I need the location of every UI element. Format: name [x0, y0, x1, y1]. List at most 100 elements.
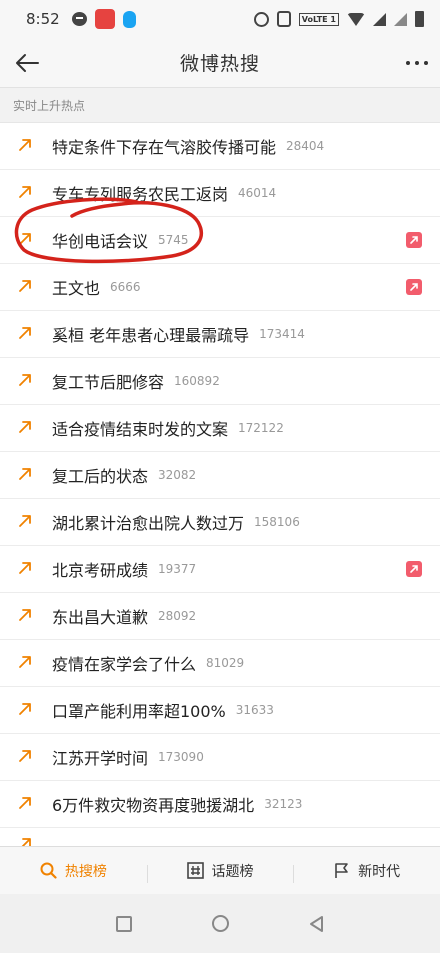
item-count: 158106 [254, 515, 300, 529]
bottom-tab-bar: 热搜榜 话题榜 新时代 [0, 846, 440, 894]
home-button[interactable] [210, 914, 230, 934]
trend-arrow-icon [18, 420, 34, 436]
trend-arrow-icon [18, 185, 34, 201]
weibo-app-icon [94, 9, 115, 29]
list-item[interactable]: 适合疫情结束时发的文案 172122 [0, 405, 440, 452]
section-label: 实时上升热点 [0, 88, 440, 123]
item-count: 32123 [264, 797, 303, 811]
trend-arrow-icon [18, 702, 34, 718]
item-title: 奚桓 老年患者心理最需疏导 [52, 326, 250, 345]
item-title: 6万件救灾物资再度驰援湖北 [52, 796, 255, 815]
list-item[interactable]: 疫情在家学会了什么 81029 [0, 640, 440, 687]
tab-label: 新时代 [358, 863, 401, 880]
item-title: 口罩产能利用率超100% [52, 702, 226, 721]
trend-arrow-icon [18, 608, 34, 624]
item-count: 31633 [235, 703, 274, 717]
item-count: 28092 [158, 609, 197, 623]
item-count: 6666 [110, 280, 141, 294]
list-item[interactable]: 6万件救灾物资再度驰援湖北 32123 [0, 781, 440, 828]
item-count: 172122 [238, 421, 284, 435]
item-count: 28404 [286, 139, 325, 153]
tab-label: 话题榜 [211, 863, 254, 880]
triangle-back-icon [310, 915, 323, 932]
system-back-button[interactable] [306, 914, 326, 934]
trend-arrow-icon [18, 326, 34, 342]
item-title: 江苏开学时间 [52, 749, 149, 768]
screen: 8:52 VoLTE 1 微博热搜 实时上升热点 特定条件下存在气溶胶传播可能 … [0, 0, 440, 953]
item-title: 华创电话会议 [52, 232, 149, 251]
item-count: 5745 [158, 233, 189, 247]
item-title: 疫情在家学会了什么 [52, 655, 197, 674]
status-time: 8:52 [26, 10, 60, 28]
more-dot-icon [423, 60, 428, 65]
trend-arrow-icon [18, 655, 34, 671]
trend-arrow-icon [18, 232, 34, 248]
item-title: 北京考研成绩 [52, 561, 149, 580]
status-left: 8:52 [26, 9, 136, 29]
tab-new-era[interactable]: 新时代 [293, 861, 440, 883]
tab-label: 热搜榜 [64, 863, 107, 880]
status-bar: 8:52 VoLTE 1 [0, 0, 440, 38]
trend-arrow-icon [18, 749, 34, 765]
battery-icon [415, 11, 424, 27]
back-arrow-icon [16, 53, 39, 72]
status-right: VoLTE 1 [253, 11, 424, 27]
message-icon [71, 12, 87, 26]
item-title: 适合疫情结束时发的文案 [52, 420, 229, 439]
item-title: 特定条件下存在气溶胶传播可能 [52, 138, 277, 157]
wifi-icon [347, 12, 365, 26]
search-flame-icon [40, 862, 57, 879]
trend-arrow-icon [18, 796, 34, 812]
tab-topics[interactable]: 话题榜 [146, 861, 294, 883]
item-title: 湖北累计治愈出院人数过万 [52, 514, 245, 533]
item-count: 81029 [206, 656, 245, 670]
item-count: 173090 [158, 750, 204, 764]
back-button[interactable] [12, 43, 52, 83]
tab-hot-search[interactable]: 热搜榜 [0, 861, 147, 881]
list-item[interactable]: 江苏开学时间 173090 [0, 734, 440, 781]
list-item[interactable]: 王文也 6666 [0, 264, 440, 311]
rising-badge-icon [406, 279, 422, 295]
flag-icon [333, 862, 350, 879]
trend-arrow-icon [18, 467, 34, 483]
signal-icon-2 [394, 12, 407, 26]
trend-arrow-icon [18, 373, 34, 389]
item-title: 东出昌大道歉 [52, 608, 149, 627]
trend-arrow-icon [18, 138, 34, 154]
list-item[interactable]: 东出昌大道歉 28092 [0, 593, 440, 640]
rising-badge-icon [406, 561, 422, 577]
item-title: 王文也 [52, 279, 101, 298]
more-dot-icon [405, 60, 410, 65]
list-item[interactable]: 华创电话会议 5745 [0, 217, 440, 264]
circle-icon [211, 915, 229, 932]
qq-icon [122, 10, 136, 28]
trend-arrow-icon [18, 279, 34, 295]
list-item[interactable]: 专车专列服务农民工返岗 46014 [0, 170, 440, 217]
more-dot-icon [414, 60, 419, 65]
alarm-icon [253, 11, 269, 27]
volte-badge: VoLTE 1 [298, 12, 339, 26]
recents-button[interactable] [114, 914, 134, 934]
page-title: 微博热搜 [179, 53, 260, 75]
list-item[interactable]: 复工后的状态 32082 [0, 452, 440, 499]
signal-icon [373, 12, 386, 26]
list-item[interactable]: 奚桓 老年患者心理最需疏导 173414 [0, 311, 440, 358]
list-item[interactable]: 口罩产能利用率超100% 31633 [0, 687, 440, 734]
list-item[interactable]: 湖北累计治愈出院人数过万 158106 [0, 499, 440, 546]
hashtag-icon [186, 862, 204, 879]
header: 微博热搜 [0, 38, 440, 88]
item-count: 19377 [158, 562, 197, 576]
list-item[interactable]: 特定条件下存在气溶胶传播可能 28404 [0, 123, 440, 170]
item-title: 专车专列服务农民工返岗 [52, 185, 229, 204]
item-title: 复工节后肥修容 [52, 373, 165, 392]
nfc-icon [276, 11, 291, 27]
system-nav-bar [0, 894, 440, 953]
list-item[interactable]: 复工节后肥修容 160892 [0, 358, 440, 405]
hot-search-list: 特定条件下存在气溶胶传播可能 28404 专车专列服务农民工返岗 46014 华创电话会… [0, 123, 440, 854]
item-count: 173414 [259, 327, 305, 341]
list-item[interactable]: 北京考研成绩 19377 [0, 546, 440, 593]
item-count: 46014 [238, 186, 277, 200]
more-button[interactable] [388, 43, 428, 83]
item-count: 160892 [174, 374, 220, 388]
item-title: 复工后的状态 [52, 467, 149, 486]
